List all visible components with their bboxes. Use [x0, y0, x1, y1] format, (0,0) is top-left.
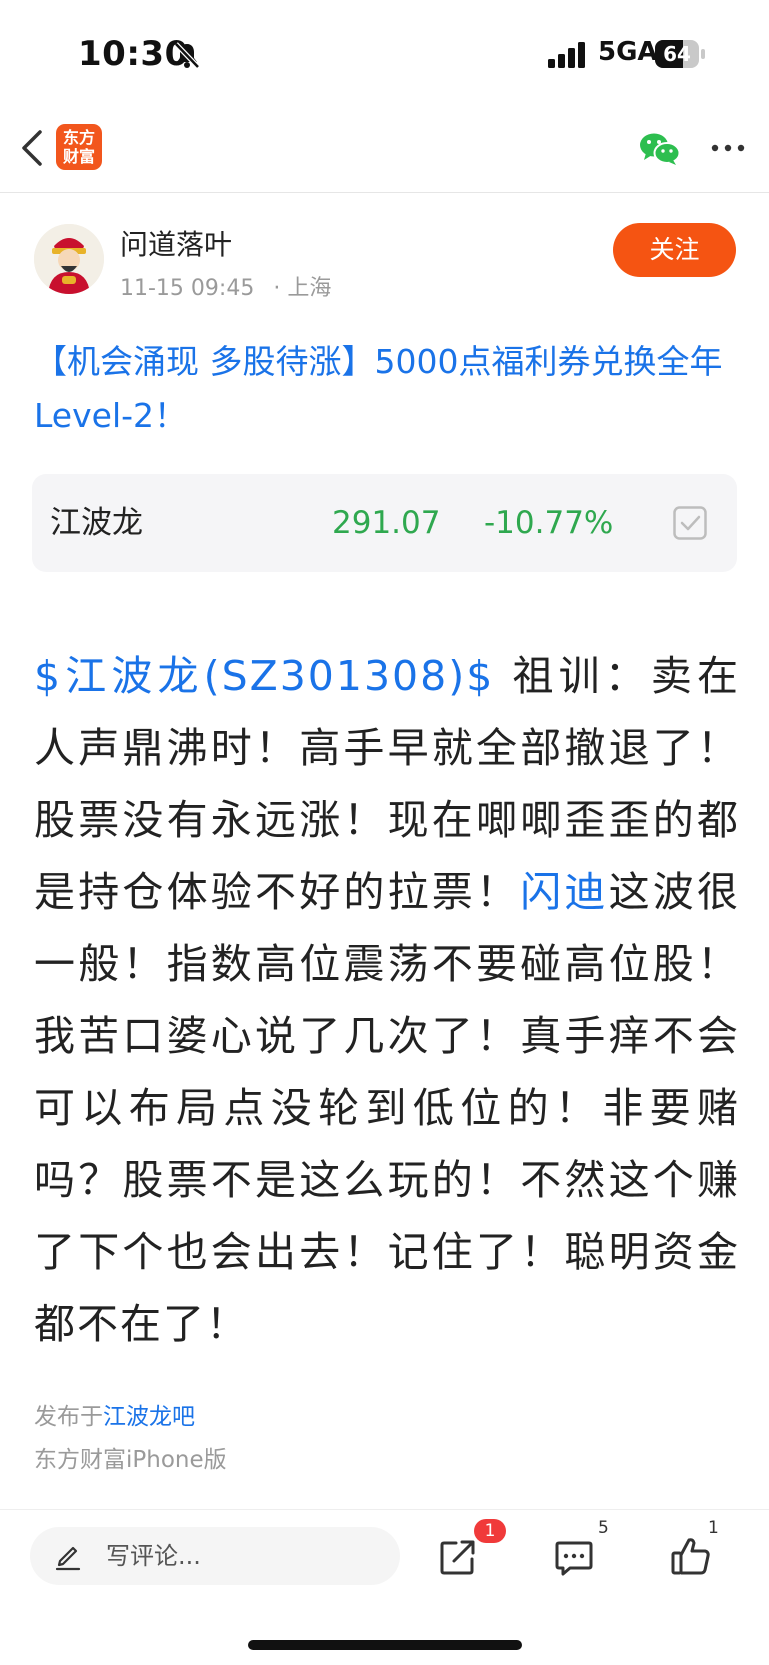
post-timestamp: 11-15 09:45 [120, 276, 255, 301]
published-in: 发布于江波龙吧 [34, 1397, 195, 1431]
stock-tag-link[interactable]: $江波龙(SZ301308)$ [34, 652, 494, 700]
like-count: 1 [708, 1518, 719, 1538]
bell-muted-icon [174, 42, 200, 69]
logo-text-line2: 财富 [62, 147, 95, 166]
stock-name: 江波龙 [50, 505, 143, 541]
comment-input[interactable]: 写评论... [30, 1527, 400, 1585]
battery-level-text: 64 [663, 42, 691, 66]
share-badge: 1 [474, 1519, 506, 1543]
bottom-bar-divider [0, 1509, 769, 1510]
stock-card[interactable]: 江波龙 291.07 -10.77% [32, 474, 737, 572]
cellular-signal-icon [548, 42, 585, 68]
author-name[interactable]: 问道落叶 [120, 223, 232, 263]
post-location: · 上海 [273, 276, 332, 301]
stock-change: -10.77% [484, 505, 614, 541]
content-text-2: 这波很一般！指数高位震荡不要碰高位股！我苦口婆心说了几次了！真手痒不会可以布局点… [34, 868, 741, 1348]
comment-placeholder: 写评论... [106, 1542, 201, 1570]
more-dots-icon[interactable] [710, 142, 746, 154]
share-icon[interactable] [438, 1537, 478, 1577]
caishen-avatar-icon [34, 224, 104, 294]
avatar[interactable] [34, 224, 104, 294]
battery-indicator: 64 [655, 40, 705, 70]
wechat-icon[interactable] [638, 130, 682, 166]
follow-button[interactable]: 关注 [613, 223, 736, 277]
post-meta: 11-15 09:45 · 上海 [120, 270, 331, 302]
chevron-left-icon[interactable] [18, 126, 48, 170]
comment-count: 5 [598, 1518, 609, 1538]
stock-price: 291.07 [332, 505, 441, 541]
client-info: 东方财富iPhone版 [34, 1447, 227, 1473]
home-indicator[interactable] [248, 1640, 522, 1650]
header-divider [0, 192, 769, 193]
checkbox-icon[interactable] [673, 506, 707, 540]
logo-text-line1: 东方 [62, 128, 95, 147]
bar-link[interactable]: 江波龙吧 [103, 1404, 195, 1430]
published-prefix: 发布于 [34, 1404, 103, 1430]
post-content: $江波龙(SZ301308)$ 祖训：卖在人声鼎沸时！高手早就全部撤退了！股票没… [34, 640, 740, 1360]
pencil-icon [55, 1546, 81, 1571]
keyword-link[interactable]: 闪迪 [520, 868, 608, 916]
network-type: 5GA [598, 37, 658, 67]
app-logo[interactable]: 东方 财富 [56, 124, 102, 170]
promo-title-link[interactable]: 【机会涌现 多股待涨】5000点福利券兑换全年Level-2！ [34, 335, 739, 443]
thumbs-up-icon[interactable] [670, 1535, 712, 1577]
comment-icon[interactable] [554, 1539, 594, 1577]
